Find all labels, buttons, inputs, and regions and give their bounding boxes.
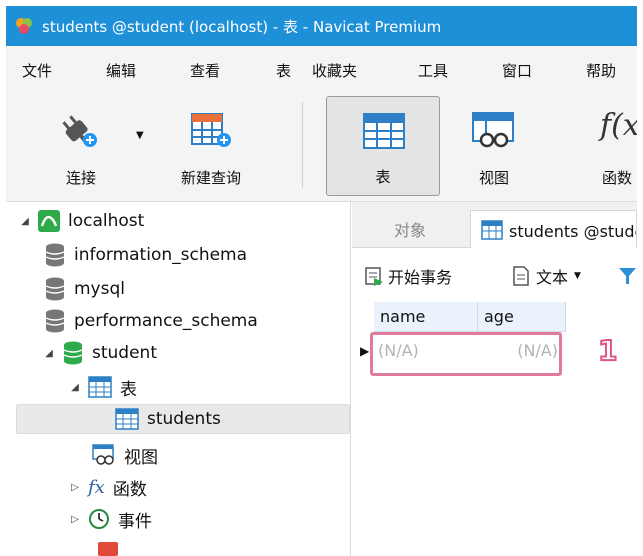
text-dropdown-icon[interactable]: ▼	[574, 271, 581, 281]
toolbar-separator	[302, 102, 303, 188]
function-icon: fx	[88, 476, 105, 498]
tree-node-views[interactable]: 视图	[92, 440, 158, 470]
begin-transaction-button[interactable]: 开始事务	[364, 264, 452, 288]
collapsed-arrow-icon[interactable]: ▷	[68, 482, 82, 493]
tree-label: 函数	[112, 479, 147, 500]
text-button[interactable]: 文本 ▼	[512, 264, 581, 288]
tab-objects[interactable]: 对象	[352, 210, 468, 248]
window-titlebar: students @student (localhost) - 表 - Navi…	[6, 6, 637, 46]
connect-button[interactable]: ▼ 连接	[36, 96, 144, 196]
main-toolbar: ▼ 连接 新建查询 表 视图 f(函数	[6, 90, 637, 202]
tree-label: student	[92, 343, 157, 363]
menu-favorites[interactable]: 收藏夹	[312, 60, 357, 81]
tree-label: 视图	[124, 447, 158, 468]
tree-node-performance-schema[interactable]: performance_schema	[44, 306, 258, 336]
clock-icon	[88, 508, 110, 530]
window-title: students @student (localhost) - 表 - Navi…	[42, 17, 442, 36]
highlight-box	[370, 332, 562, 376]
tree-label: localhost	[68, 211, 145, 231]
tree-node-events[interactable]: ▷ 事件	[68, 504, 152, 534]
new-query-icon	[191, 113, 231, 147]
menu-help[interactable]: 帮助	[586, 60, 616, 81]
database-open-icon	[62, 341, 84, 365]
table-button[interactable]: 表	[326, 96, 440, 196]
view-icon	[92, 444, 116, 466]
view-label: 视图	[478, 169, 509, 187]
column-header-age[interactable]: age	[478, 302, 566, 332]
content-pane: 对象 students @student (localhost) - 表 开始事…	[352, 202, 637, 556]
current-row-pointer-icon: ▶	[360, 344, 370, 358]
tree-node-functions[interactable]: ▷ fx 函数	[68, 472, 147, 502]
table-icon	[115, 408, 139, 430]
database-icon	[44, 277, 66, 301]
tree-label: mysql	[74, 279, 125, 299]
expanded-arrow-icon[interactable]: ◢	[42, 348, 56, 359]
menu-file[interactable]: 文件	[22, 60, 52, 81]
column-header-name[interactable]: name	[374, 302, 478, 332]
table-icon	[88, 376, 112, 398]
tree-label: students	[147, 409, 221, 429]
database-icon	[44, 243, 66, 267]
tab-students-label: students @student (localhost) - 表	[509, 221, 636, 241]
function-label: 函数	[602, 169, 633, 187]
menu-edit[interactable]: 编辑	[106, 60, 136, 81]
menu-tools[interactable]: 工具	[418, 60, 448, 81]
begin-transaction-label: 开始事务	[388, 268, 453, 287]
connect-dropdown-icon[interactable]: ▼	[136, 130, 144, 141]
function-button[interactable]: f(x) 函数	[582, 96, 637, 196]
menu-window[interactable]: 窗口	[502, 60, 532, 81]
new-query-button[interactable]: 新建查询	[156, 96, 266, 196]
tree-label: information_schema	[74, 245, 248, 265]
tab-students[interactable]: students @student (localhost) - 表	[470, 210, 637, 248]
text-label: 文本	[536, 268, 569, 287]
connect-label: 连接	[65, 169, 96, 187]
new-query-label: 新建查询	[180, 169, 241, 187]
tab-bar: 对象 students @student (localhost) - 表	[352, 202, 637, 248]
mysql-connection-icon	[38, 210, 60, 232]
menu-bar: 文件 编辑 查看 表 收藏夹 工具 窗口 帮助	[6, 46, 637, 90]
tree-node-localhost[interactable]: ◢ localhost	[18, 206, 144, 236]
transaction-icon	[365, 267, 383, 286]
tree-node-tables[interactable]: ◢ 表	[68, 372, 137, 402]
menu-view[interactable]: 查看	[190, 60, 220, 81]
database-icon	[44, 309, 66, 333]
tree-node-mysql[interactable]: mysql	[44, 274, 125, 304]
expanded-arrow-icon[interactable]: ◢	[68, 382, 82, 393]
connection-tree: ◢ localhost information_schema mysql per…	[6, 202, 351, 556]
view-button[interactable]: 视图	[452, 96, 536, 196]
table-icon	[363, 113, 405, 149]
menu-table[interactable]: 表	[276, 60, 291, 81]
function-icon: f(x)	[600, 108, 637, 143]
table-icon	[481, 219, 503, 240]
navicat-app-icon	[16, 18, 32, 34]
expanded-arrow-icon[interactable]: ◢	[18, 216, 32, 227]
tree-label: 表	[120, 379, 137, 400]
data-toolbar: 开始事务 文本 ▼	[352, 258, 637, 292]
report-icon	[98, 542, 118, 556]
tree-node-student[interactable]: ◢ student	[42, 338, 157, 368]
collapsed-arrow-icon[interactable]: ▷	[68, 514, 82, 525]
annotation-marker: 1	[597, 333, 619, 368]
view-icon	[472, 112, 514, 148]
tree-label: 事件	[118, 511, 152, 532]
plug-icon	[62, 115, 97, 147]
tree-label: performance_schema	[74, 311, 258, 331]
filter-icon[interactable]	[618, 266, 637, 286]
table-label: 表	[375, 168, 391, 186]
tree-node-information-schema[interactable]: information_schema	[44, 240, 247, 270]
document-icon	[513, 266, 529, 286]
tree-node-students-table[interactable]: students	[16, 404, 350, 434]
